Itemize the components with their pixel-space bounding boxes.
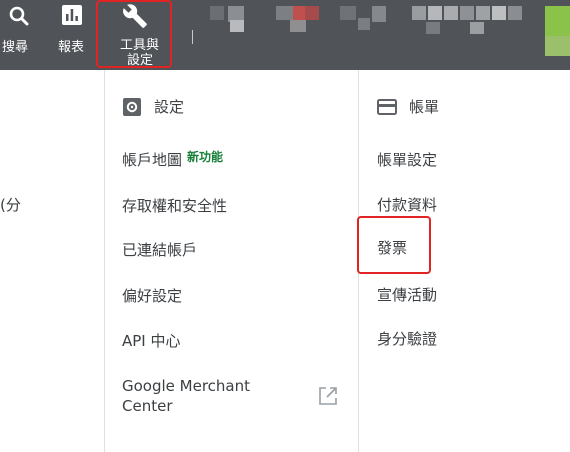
settings-section-header: 設定 (122, 96, 184, 117)
menu-item-payment-info[interactable]: 付款資料 (377, 195, 437, 215)
menu-item-billing-settings[interactable]: 帳單設定 (377, 150, 437, 170)
search-button[interactable]: 搜尋 (0, 0, 38, 70)
payment-info-label: 付款資料 (377, 196, 438, 214)
billing-section-header: 帳單 (377, 96, 439, 117)
search-label: 搜尋 (2, 40, 29, 55)
invoices-label: 發票 (377, 239, 408, 257)
tools-label: 工具與 (120, 38, 160, 53)
column-divider-left (104, 70, 105, 452)
column-divider-right (358, 70, 359, 452)
new-feature-badge: 新功能 (187, 150, 224, 164)
top-toolbar: 搜尋 報表 工具與 設定 (0, 0, 570, 70)
preferences-label: 偏好設定 (122, 287, 183, 305)
api-center-label: API 中心 (122, 332, 181, 350)
menu-item-account-map[interactable]: 帳戶地圖 新功能 (122, 150, 223, 171)
menu-item-preferences[interactable]: 偏好設定 (122, 286, 182, 306)
tools-label-line2: 設定 (127, 53, 154, 68)
settings-header-label: 設定 (154, 98, 185, 116)
access-security-label: 存取權和安全性 (122, 197, 228, 215)
menu-item-google-merchant-center[interactable]: Google Merchant Center (122, 376, 272, 416)
left-text-fragment: (分 (0, 196, 21, 214)
menu-item-api-center[interactable]: API 中心 (122, 331, 181, 351)
billing-settings-label: 帳單設定 (377, 151, 438, 169)
reports-label: 報表 (58, 40, 85, 55)
account-map-label: 帳戶地圖 (122, 151, 183, 169)
search-icon (7, 4, 31, 32)
gear-icon (122, 97, 142, 117)
promotions-label: 宣傳活動 (377, 286, 438, 304)
tools-and-settings-button[interactable]: 工具與 設定 (96, 0, 174, 70)
menu-item-promotions[interactable]: 宣傳活動 (377, 285, 437, 305)
wrench-icon (122, 3, 148, 33)
menu-item-invoices[interactable]: 發票 (377, 238, 407, 258)
menu-item-linked-accounts[interactable]: 已連結帳戶 (122, 240, 197, 260)
billing-header-label: 帳單 (409, 98, 440, 116)
credit-card-icon (377, 97, 397, 117)
menu-item-access-security[interactable]: 存取權和安全性 (122, 196, 227, 216)
bar-chart-icon (61, 4, 83, 30)
google-merchant-center-label: Google Merchant Center (122, 377, 251, 415)
linked-accounts-label: 已連結帳戶 (122, 241, 198, 259)
identity-verification-label: 身分驗證 (377, 330, 438, 348)
menu-item-identity-verification[interactable]: 身分驗證 (377, 329, 437, 349)
open-in-new-icon[interactable] (318, 386, 338, 410)
toolbar-divider (192, 30, 193, 44)
reports-button[interactable]: 報表 (52, 0, 92, 70)
